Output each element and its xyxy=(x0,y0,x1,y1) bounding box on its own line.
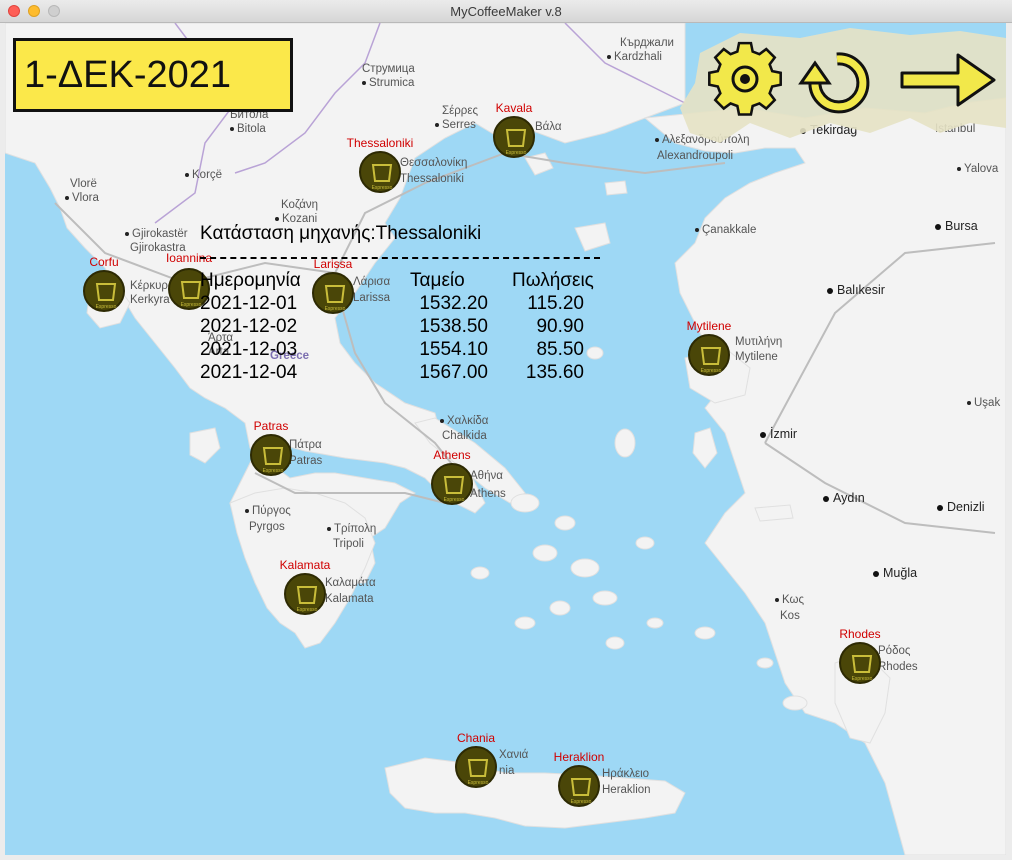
svg-text:Espresso: Espresso xyxy=(372,185,393,191)
svg-text:Espresso: Espresso xyxy=(701,368,722,374)
column-header-sales: Πωλήσεις xyxy=(512,270,594,291)
status-title: Κατάσταση μηχανής:Thessaloniki xyxy=(200,223,482,244)
status-row: 2021-12-01 1532.20 115.20 xyxy=(200,293,584,314)
svg-text:Espresso: Espresso xyxy=(852,676,873,682)
coffee-cup-icon: Espresso xyxy=(493,116,535,158)
svg-text:Espresso: Espresso xyxy=(181,302,202,308)
window-titlebar: MyCoffeeMaker v.8 xyxy=(0,0,1012,23)
map-canvas[interactable]: Струмица Strumica Кърджали Kardzhali Σέρ… xyxy=(5,23,1006,855)
svg-text:Espresso: Espresso xyxy=(444,497,465,503)
gear-icon xyxy=(708,41,782,116)
status-row: 2021-12-04 1567.00 135.60 xyxy=(200,362,584,383)
coffee-cup-icon: Espresso xyxy=(688,334,730,376)
date-badge: 1-ΔΕΚ-2021 xyxy=(13,38,293,112)
svg-text:Espresso: Espresso xyxy=(96,304,117,310)
coffee-cup-icon: Espresso xyxy=(250,434,292,476)
arrow-right-icon xyxy=(900,53,996,107)
next-button[interactable] xyxy=(898,41,998,119)
status-row: 2021-12-03 1554.10 85.50 xyxy=(200,339,584,360)
coffee-cup-icon: Espresso xyxy=(431,463,473,505)
coffee-cup-icon: Espresso xyxy=(839,642,881,684)
coffee-cup-icon: Espresso xyxy=(455,746,497,788)
column-header-date: Ημερομηνία xyxy=(200,270,301,291)
coffee-cup-icon: Espresso xyxy=(284,573,326,615)
svg-text:Espresso: Espresso xyxy=(468,780,489,786)
coffee-cup-icon: Espresso xyxy=(558,765,600,807)
coffee-cup-icon: Espresso xyxy=(83,270,125,312)
status-row: 2021-12-02 1538.50 90.90 xyxy=(200,316,584,337)
settings-button[interactable] xyxy=(705,41,785,119)
status-divider xyxy=(200,257,600,259)
svg-text:Espresso: Espresso xyxy=(297,607,318,613)
refresh-button[interactable] xyxy=(797,41,877,119)
rotate-left-icon xyxy=(798,52,870,114)
window-title: MyCoffeeMaker v.8 xyxy=(450,4,562,19)
svg-text:Espresso: Espresso xyxy=(263,468,284,474)
column-header-cash: Ταμείο xyxy=(410,270,465,291)
coffee-cup-icon: Espresso xyxy=(359,151,401,193)
svg-text:Espresso: Espresso xyxy=(506,150,527,156)
svg-text:Espresso: Espresso xyxy=(571,799,592,805)
status-header-row: Ημερομηνία Ταμείο Πωλήσεις xyxy=(200,270,610,294)
